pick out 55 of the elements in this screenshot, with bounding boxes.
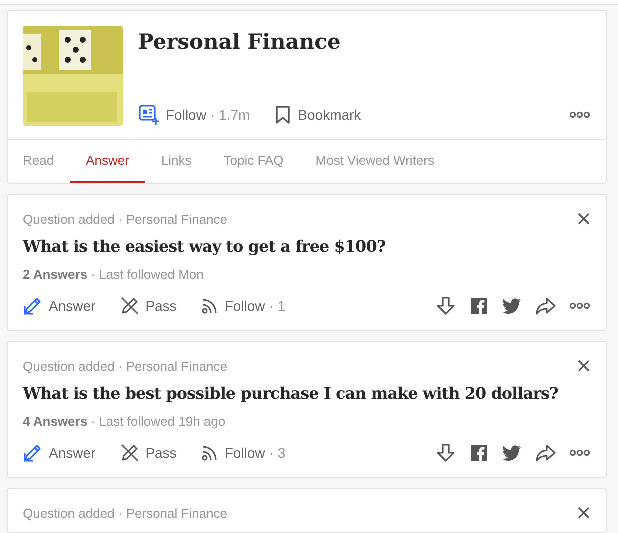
share-arrow-icon [536, 444, 556, 462]
bookmark-button[interactable]: Bookmark [274, 105, 362, 125]
share-button[interactable] [502, 444, 522, 462]
close-icon [578, 507, 590, 519]
down-arrow-icon [436, 296, 456, 316]
rss-icon [200, 297, 219, 315]
downvote-button[interactable] [436, 443, 456, 463]
close-button[interactable] [578, 213, 590, 225]
tab[interactable]: Read [23, 140, 70, 183]
rss-icon [200, 444, 219, 462]
topic-title: Personal Finance [138, 29, 342, 54]
crossed-pencil-icon [120, 443, 140, 463]
question-title[interactable]: What is the easiest way to get a free $100? [23, 236, 590, 258]
share-button[interactable] [470, 444, 488, 462]
pencil-icon [23, 443, 43, 463]
question-meta: Question added · Personal Finance [23, 358, 228, 374]
pass-button[interactable]: Pass [120, 443, 177, 463]
close-button[interactable] [578, 360, 590, 372]
share-arrow-icon [536, 297, 556, 315]
tab[interactable]: Most Viewed Writers [300, 140, 450, 183]
share-button[interactable] [502, 298, 522, 314]
bird-icon [502, 444, 522, 462]
share-button[interactable] [536, 297, 556, 315]
question-meta: Question added · Personal Finance [23, 212, 228, 226]
question-stats: 4 Answers · Last followed 19h ago [23, 414, 227, 429]
answer-button[interactable]: Answer [23, 296, 96, 316]
more-icon [570, 302, 590, 310]
close-icon [578, 360, 590, 372]
pass-button[interactable]: Pass [120, 296, 177, 316]
down-arrow-icon [436, 443, 456, 463]
downvote-button[interactable] [436, 296, 456, 316]
close-button[interactable] [578, 507, 590, 519]
close-icon [578, 213, 590, 225]
more-icon [570, 111, 590, 119]
follow-icon [138, 104, 160, 126]
follow-button[interactable]: Follow · 3 [200, 444, 286, 462]
more-button[interactable] [570, 302, 590, 310]
follow-button[interactable]: Follow · 1.7m [138, 104, 250, 126]
share-button[interactable] [536, 444, 556, 462]
answer-button[interactable]: Answer [23, 443, 96, 463]
bookmark-icon [274, 105, 292, 125]
more-button[interactable] [570, 111, 590, 119]
share-button[interactable] [470, 297, 488, 315]
more-icon [570, 449, 590, 457]
crossed-pencil-icon [120, 296, 140, 316]
pencil-icon [23, 296, 43, 316]
question-title[interactable]: What is the best possible purchase I can make with 20 dollars? [23, 383, 590, 405]
tab[interactable]: Links [145, 140, 208, 183]
follow-button[interactable]: Follow · 1 [200, 297, 286, 315]
question-meta: Question added · Personal Finance [23, 506, 228, 520]
question-stats: 2 Answers · Last followed Mon [23, 267, 205, 282]
more-button[interactable] [570, 449, 590, 457]
tab[interactable]: Answer [70, 140, 146, 183]
bird-icon [502, 298, 522, 314]
tab[interactable]: Topic FAQ [208, 140, 300, 183]
